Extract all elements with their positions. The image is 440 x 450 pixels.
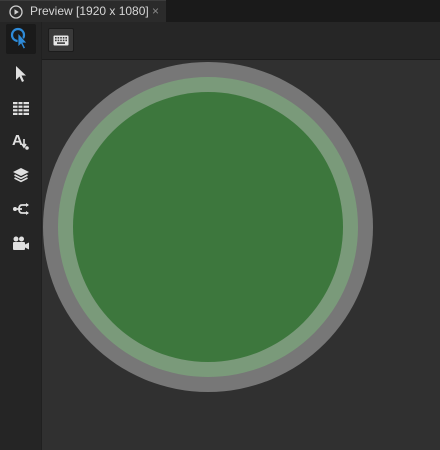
tab-title: Preview [1920 x 1080] [30, 4, 149, 18]
select-arrow-icon [16, 66, 26, 82]
tab-close-button[interactable]: × [152, 3, 159, 19]
play-circle-icon [9, 5, 23, 19]
grid-tool-button[interactable] [6, 93, 36, 123]
select-tool-button[interactable] [6, 59, 36, 89]
interact-tool-button[interactable] [6, 24, 36, 54]
svg-text:A: A [12, 132, 23, 149]
interact-cursor-icon [10, 27, 28, 50]
top-toolbar [42, 22, 440, 60]
tab-preview[interactable]: Preview [1920 x 1080] × [0, 0, 166, 22]
connector-tool-button[interactable] [6, 194, 36, 224]
grid-table-icon [13, 102, 29, 115]
layers-icon [13, 168, 29, 183]
video-camera-icon [13, 236, 29, 250]
text-tool-icon: A [12, 132, 29, 150]
keyboard-icon [53, 35, 69, 45]
camera-tool-button[interactable] [6, 228, 36, 258]
connector-icon [13, 203, 29, 215]
preview-canvas [42, 60, 440, 450]
left-toolbar: A [0, 22, 42, 450]
tab-bar: Preview [1920 x 1080] × [0, 0, 440, 22]
layers-tool-button[interactable] [6, 160, 36, 190]
circle-button-fill[interactable] [73, 92, 343, 362]
text-tool-button[interactable]: A [6, 126, 36, 156]
keyboard-button[interactable] [48, 28, 74, 52]
